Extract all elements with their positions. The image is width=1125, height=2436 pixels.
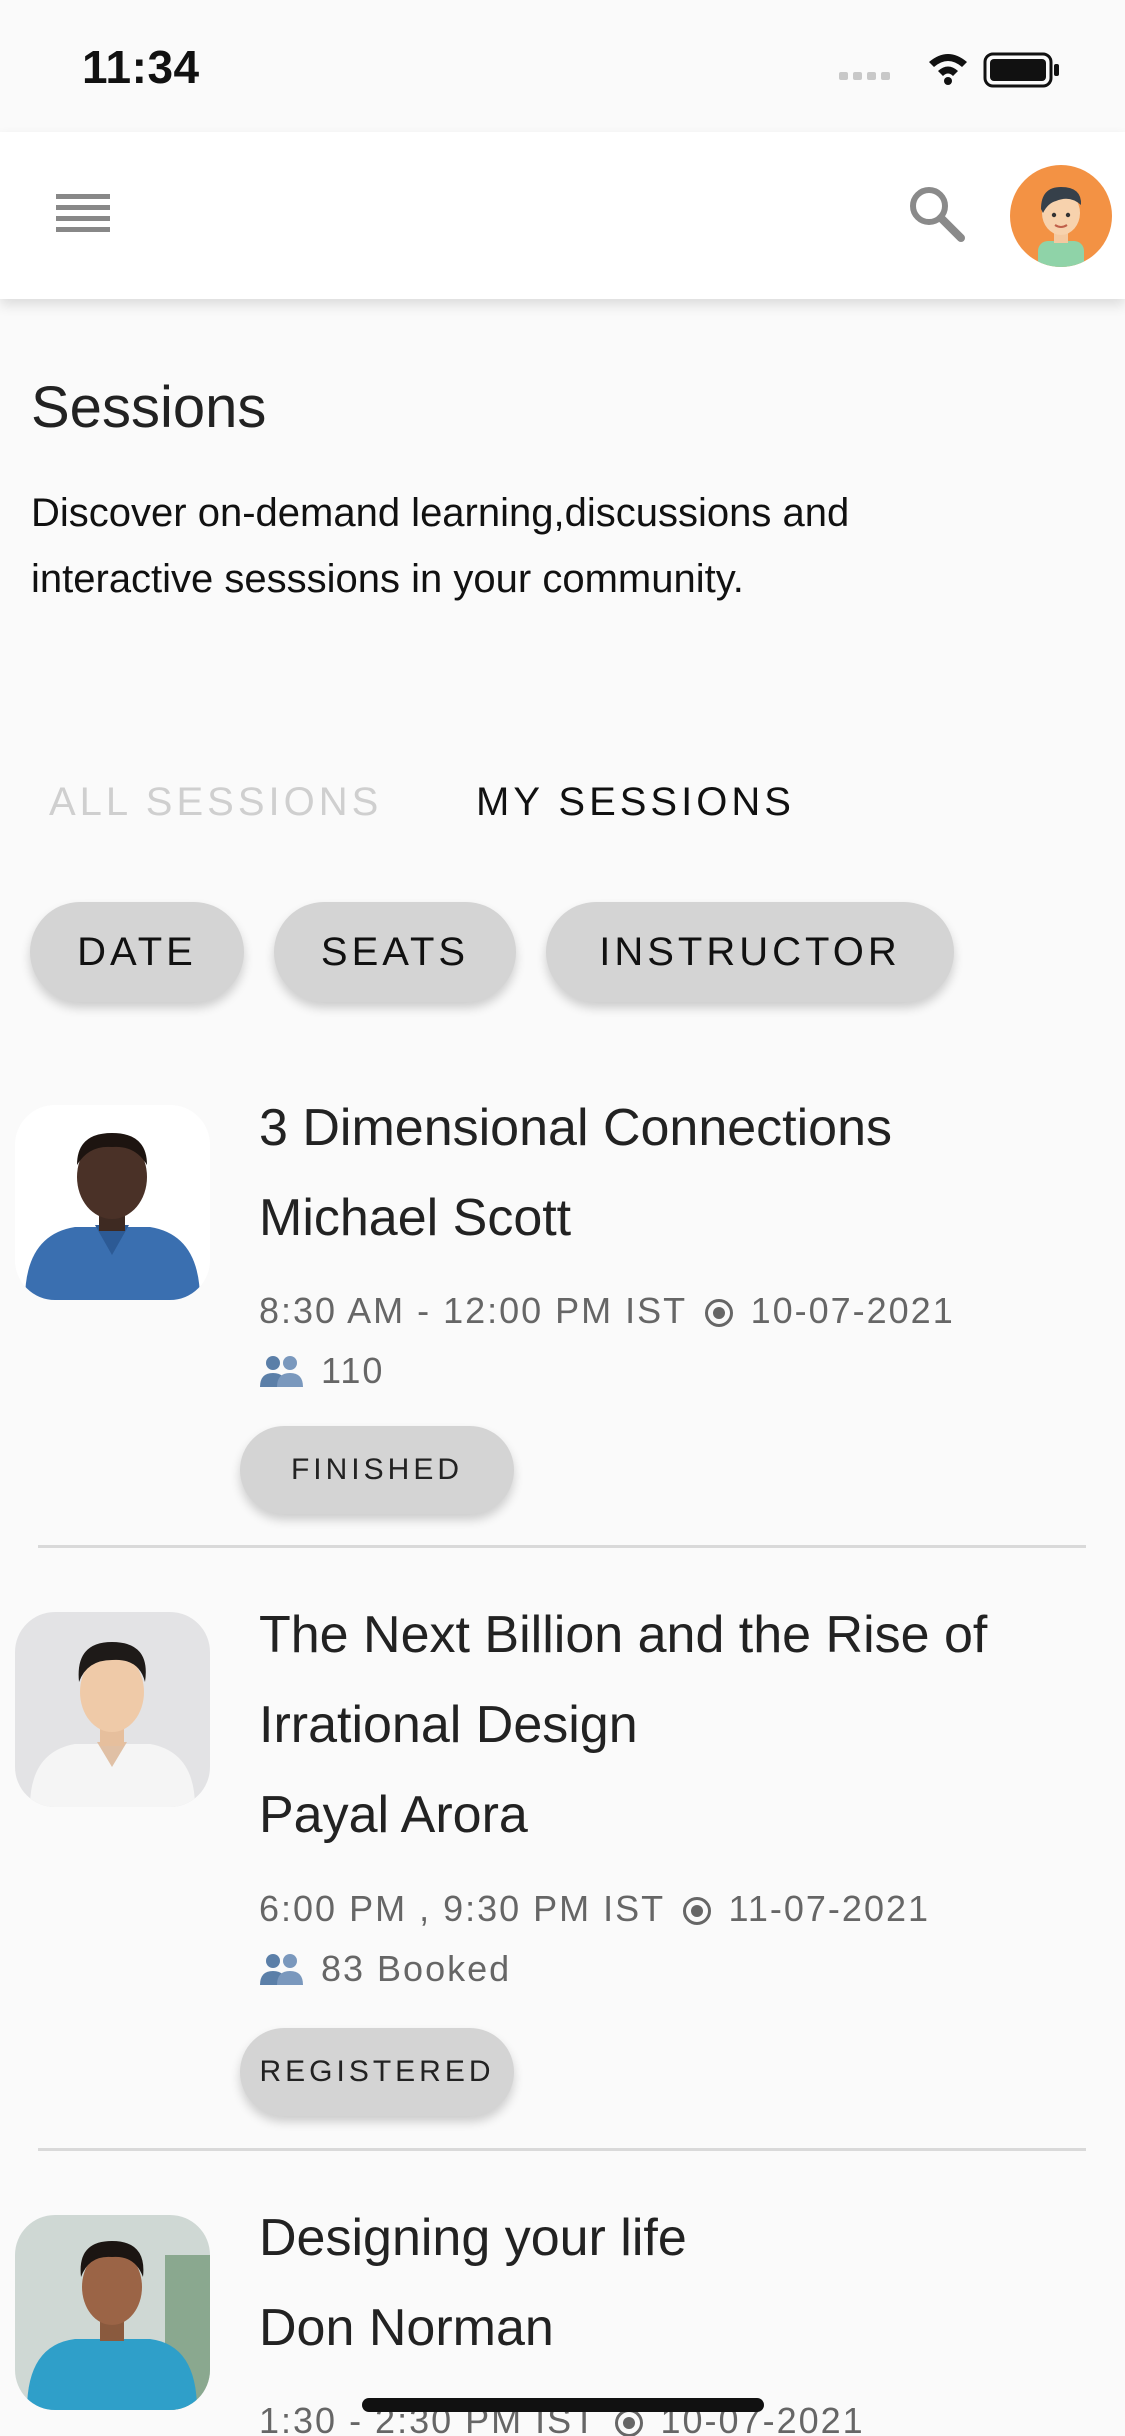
session-seats: 110 <box>259 1350 384 1392</box>
radio-dot-icon <box>614 2409 643 2436</box>
status-bar: 11:34 <box>0 0 1125 132</box>
people-icon <box>260 1954 303 1985</box>
status-time: 11:34 <box>82 41 200 93</box>
session-schedule: 6:00 PM , 9:30 PM IST 11-07-2021 <box>259 1888 930 1930</box>
instructor-photo <box>15 1612 210 1807</box>
session-seats: 83 Booked <box>259 1948 511 1990</box>
radio-dot-icon <box>704 1299 733 1327</box>
status-badge: REGISTERED <box>240 2028 514 2116</box>
tab-my-sessions[interactable]: MY SESSIONS <box>476 780 795 825</box>
page-title: Sessions <box>31 375 267 440</box>
session-time: 8:30 AM - 12:00 PM IST <box>259 1290 687 1331</box>
person-photo-icon <box>15 1612 210 1807</box>
filter-seats-chip[interactable]: SEATS <box>274 902 516 1002</box>
people-icon <box>260 1356 303 1387</box>
divider <box>38 2148 1086 2151</box>
profile-avatar[interactable] <box>1010 165 1112 267</box>
filter-date-chip[interactable]: DATE <box>30 902 244 1002</box>
divider <box>38 1545 1086 1548</box>
status-icons <box>839 52 1059 88</box>
session-date: 11-07-2021 <box>728 1888 931 1929</box>
search-icon[interactable] <box>905 182 967 244</box>
user-avatar-icon <box>1038 187 1084 267</box>
session-schedule: 8:30 AM - 12:00 PM IST 10-07-2021 <box>259 1290 955 1332</box>
menu-icon[interactable] <box>52 190 114 240</box>
home-indicator <box>362 2398 764 2412</box>
person-photo-icon <box>15 1105 210 1300</box>
app-bar <box>0 132 1125 299</box>
seat-count: 110 <box>321 1350 385 1391</box>
instructor-photo <box>15 1105 210 1300</box>
cellular-signal-icon <box>839 72 890 80</box>
session-title-line: The Next Billion and the Rise of <box>259 1606 988 1664</box>
session-title: The Next Billion and the Rise of Irratio… <box>259 1590 1099 1770</box>
status-badge: FINISHED <box>240 1426 514 1514</box>
battery-icon <box>983 52 1059 88</box>
session-date: 10-07-2021 <box>750 1290 955 1331</box>
instructor-name: Don Norman <box>259 2299 554 2357</box>
instructor-name: Michael Scott <box>259 1189 572 1247</box>
seat-count: 83 Booked <box>321 1948 512 1989</box>
session-title: Designing your life <box>259 2209 687 2267</box>
session-tabs: ALL SESSIONS MY SESSIONS <box>0 770 1125 840</box>
instructor-name: Payal Arora <box>259 1786 528 1844</box>
session-card[interactable]: The Next Billion and the Rise of Irratio… <box>0 1590 1125 2150</box>
tab-all-sessions[interactable]: ALL SESSIONS <box>49 780 382 825</box>
session-time: 6:00 PM , 9:30 PM IST <box>259 1888 665 1929</box>
session-title-line: Irrational Design <box>259 1696 638 1754</box>
instructor-photo <box>15 2215 210 2410</box>
radio-dot-icon <box>682 1897 711 1925</box>
session-title: 3 Dimensional Connections <box>259 1099 893 1157</box>
wifi-icon <box>929 54 967 85</box>
page-description: Discover on-demand learning,discussions … <box>31 491 850 601</box>
session-card[interactable]: 3 Dimensional Connections Michael Scott … <box>0 1080 1125 1550</box>
person-photo-icon <box>15 2215 210 2410</box>
filter-instructor-chip[interactable]: INSTRUCTOR <box>546 902 954 1002</box>
